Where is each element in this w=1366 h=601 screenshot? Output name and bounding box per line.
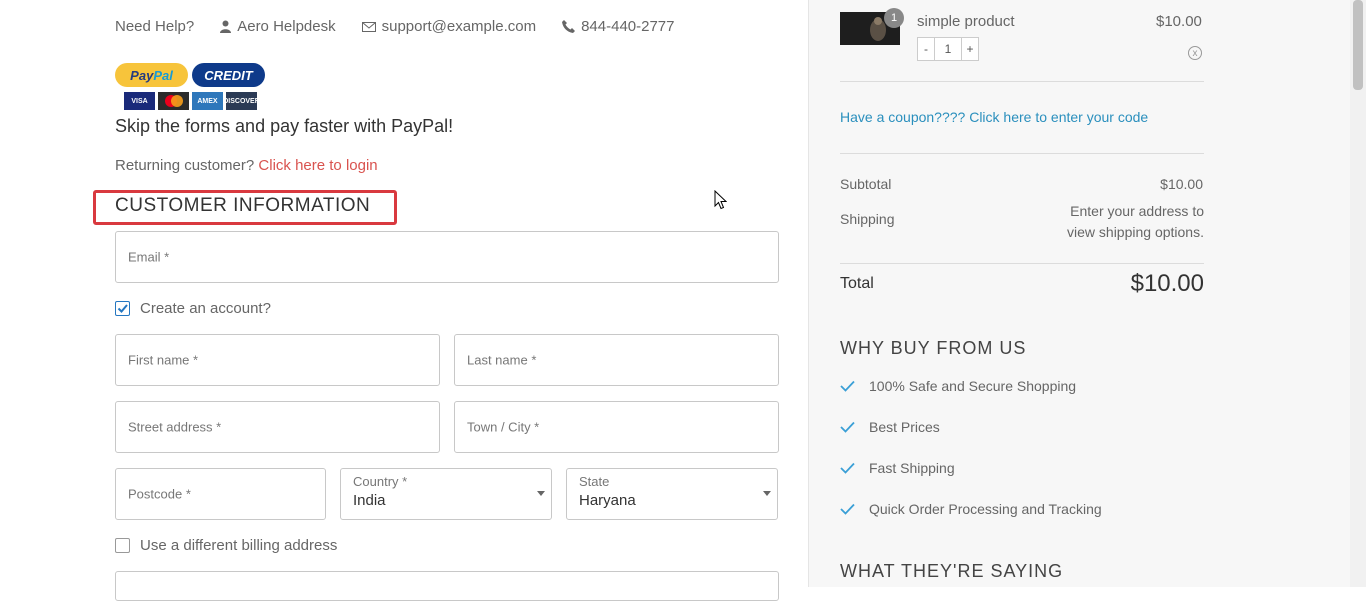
email-field[interactable]: Email * xyxy=(115,231,779,283)
why-buy-item-label: 100% Safe and Secure Shopping xyxy=(869,378,1077,394)
first-name-placeholder: First name * xyxy=(128,352,199,368)
mouse-cursor-icon xyxy=(714,190,727,210)
paypal-label-pay: Pay xyxy=(130,67,154,83)
why-buy-item-label: Quick Order Processing and Tracking xyxy=(869,501,1102,517)
product-price: $10.00 xyxy=(1156,13,1202,30)
phone-link[interactable]: 844-440-2777 xyxy=(562,18,675,35)
why-buy-item: Quick Order Processing and Tracking xyxy=(840,501,1102,517)
total-value: $10.00 xyxy=(1130,270,1204,297)
scrollbar-thumb[interactable] xyxy=(1353,0,1363,90)
testimonials-title: WHAT THEY'RE SAYING xyxy=(840,561,1064,581)
helpdesk-label: Aero Helpdesk xyxy=(237,18,336,35)
paypal-buttons: Pay Pal CREDIT xyxy=(115,63,265,87)
customer-info-title: CUSTOMER INFORMATION xyxy=(115,195,371,216)
total-label: Total xyxy=(840,275,874,292)
chevron-down-icon xyxy=(537,491,545,496)
next-field[interactable] xyxy=(115,571,779,601)
why-buy-title: WHY BUY FROM US xyxy=(840,338,1027,358)
why-buy-item: 100% Safe and Secure Shopping xyxy=(840,378,1076,394)
card-logos: VISA AMEX DISCOVER xyxy=(124,92,260,110)
checkmark-icon xyxy=(840,421,855,433)
visa-logo: VISA xyxy=(124,92,155,110)
support-email-link[interactable]: support@example.com xyxy=(361,18,537,35)
country-value: India xyxy=(353,492,386,509)
street-address-field[interactable]: Street address * xyxy=(115,401,440,453)
support-email-label: support@example.com xyxy=(381,18,537,35)
divider xyxy=(840,153,1204,154)
returning-text: Returning customer? xyxy=(115,157,255,174)
helpdesk-link[interactable]: Aero Helpdesk xyxy=(220,18,336,35)
create-account-label[interactable]: Create an account? xyxy=(140,300,271,317)
quantity-stepper: - 1 + xyxy=(917,37,979,61)
help-bar: Need Help? Aero Helpdesk support@example… xyxy=(115,18,675,35)
discover-logo: DISCOVER xyxy=(223,92,260,110)
checkmark-icon xyxy=(117,304,128,313)
state-select[interactable]: State Haryana xyxy=(566,468,778,520)
qty-input[interactable]: 1 xyxy=(934,38,962,60)
first-name-field[interactable]: First name * xyxy=(115,334,440,386)
paypal-tagline: Skip the forms and pay faster with PayPa… xyxy=(115,116,454,136)
paypal-credit-label: CREDIT xyxy=(204,67,253,83)
scrollbar[interactable] xyxy=(1350,0,1366,587)
country-label: Country * xyxy=(353,474,408,489)
different-billing-checkbox[interactable] xyxy=(115,538,130,553)
subtotal-value: $10.00 xyxy=(1160,176,1203,192)
returning-customer: Returning customer? Click here to login xyxy=(115,157,378,174)
amex-logo: AMEX xyxy=(192,92,223,110)
why-buy-item-label: Best Prices xyxy=(869,419,940,435)
checkmark-icon xyxy=(840,503,855,515)
paypal-credit-button[interactable]: CREDIT xyxy=(192,63,265,87)
paypal-button[interactable]: Pay Pal xyxy=(115,63,188,87)
remove-item-button[interactable]: x xyxy=(1188,46,1202,60)
order-summary-panel xyxy=(808,0,1351,587)
login-link[interactable]: Click here to login xyxy=(258,157,377,174)
checkmark-icon xyxy=(840,462,855,474)
create-account-checkbox[interactable] xyxy=(115,301,130,316)
state-label: State xyxy=(579,474,610,489)
shipping-value: Enter your address to view shipping opti… xyxy=(1067,203,1204,240)
person-icon xyxy=(220,20,232,33)
phone-icon xyxy=(562,20,576,33)
coupon-link[interactable]: Have a coupon???? Click here to enter yo… xyxy=(840,109,1148,125)
town-city-field[interactable]: Town / City * xyxy=(454,401,779,453)
shipping-label: Shipping xyxy=(840,211,895,227)
country-select[interactable]: Country * India xyxy=(340,468,552,520)
why-buy-item: Fast Shipping xyxy=(840,460,955,476)
state-value: Haryana xyxy=(579,492,636,509)
paypal-label-pal: Pal xyxy=(153,67,173,83)
qty-decrease-button[interactable]: - xyxy=(918,38,934,60)
last-name-field[interactable]: Last name * xyxy=(454,334,779,386)
postcode-placeholder: Postcode * xyxy=(128,486,191,502)
quantity-badge: 1 xyxy=(884,8,904,28)
chevron-down-icon xyxy=(763,491,771,496)
phone-label: 844-440-2777 xyxy=(581,18,675,35)
product-name: simple product xyxy=(917,13,1015,30)
need-help-label: Need Help? xyxy=(115,18,195,35)
subtotal-label: Subtotal xyxy=(840,176,892,192)
envelope-icon xyxy=(361,21,376,32)
qty-increase-button[interactable]: + xyxy=(962,38,978,60)
different-billing-label[interactable]: Use a different billing address xyxy=(140,537,337,554)
town-city-placeholder: Town / City * xyxy=(467,419,540,435)
why-buy-item-label: Fast Shipping xyxy=(869,460,955,476)
divider xyxy=(840,81,1204,82)
last-name-placeholder: Last name * xyxy=(467,352,537,368)
checkmark-icon xyxy=(840,380,855,392)
why-buy-item: Best Prices xyxy=(840,419,940,435)
street-address-placeholder: Street address * xyxy=(128,419,222,435)
email-placeholder: Email * xyxy=(128,249,170,265)
mastercard-logo xyxy=(158,92,189,110)
close-icon: x xyxy=(1192,47,1198,59)
divider xyxy=(840,263,1204,264)
postcode-field[interactable]: Postcode * xyxy=(115,468,326,520)
